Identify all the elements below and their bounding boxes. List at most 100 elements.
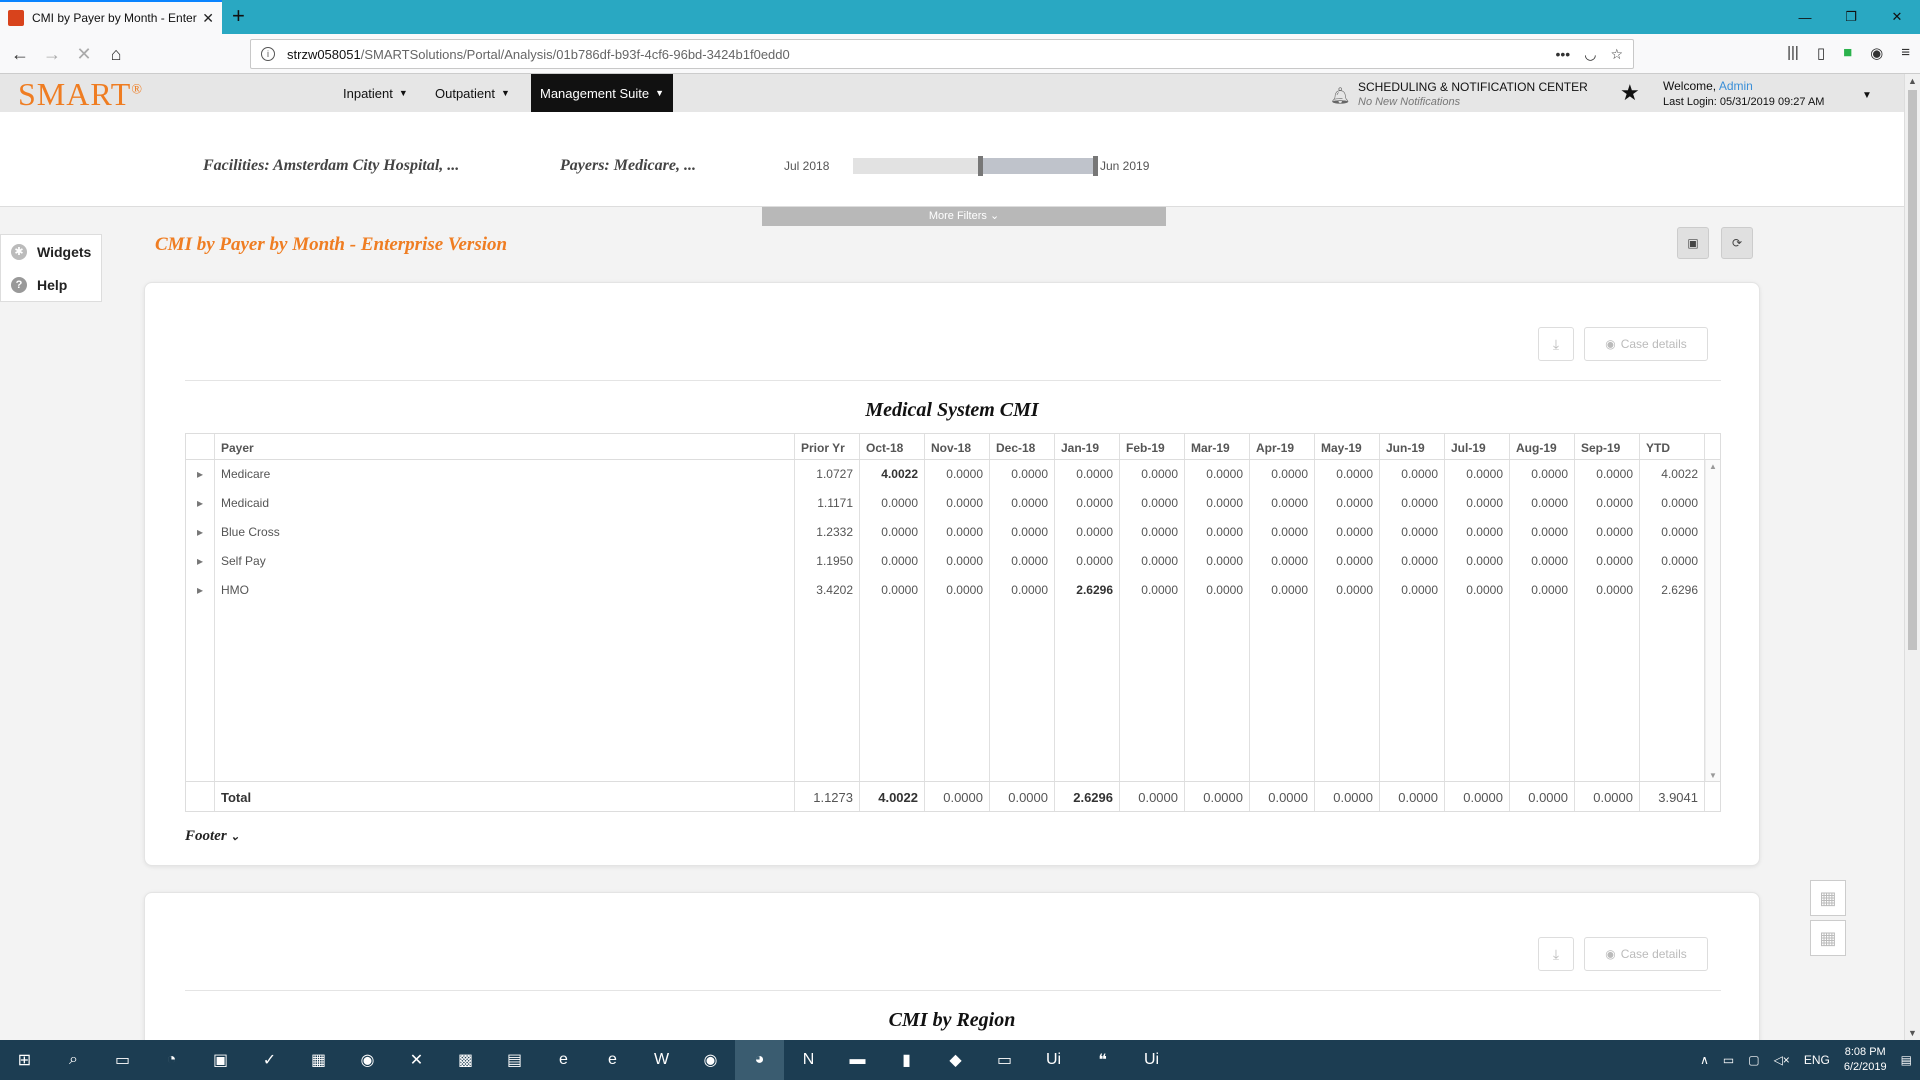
table-scrollbar[interactable]: ▲ ▼ — [1705, 460, 1720, 782]
case-details-button[interactable]: ◉ Case details — [1584, 327, 1708, 361]
expand-row-icon[interactable]: ▸ — [186, 576, 215, 605]
column-header[interactable]: Payer — [215, 434, 795, 459]
file-explorer-icon[interactable]: ▬ — [833, 1040, 882, 1080]
tray-chevron-icon[interactable]: ∧ — [1700, 1053, 1709, 1067]
word-icon[interactable]: W — [637, 1040, 686, 1080]
date-range-slider[interactable] — [853, 156, 1098, 176]
column-header[interactable]: Feb-19 — [1120, 434, 1185, 459]
table-row[interactable]: ▸ Medicare 1.0727 4.0022 0.0000 0.0000 0.0000 0… — [186, 460, 1720, 489]
column-header[interactable]: Jul-19 — [1445, 434, 1510, 459]
table-row[interactable]: ▸ HMO 3.4202 0.0000 0.0000 0.0000 2.6296 0.0000… — [186, 576, 1720, 605]
new-tab-icon[interactable]: + — [232, 5, 245, 27]
app-icon[interactable]: ▣ — [196, 1040, 245, 1080]
footer-toggle[interactable]: Footer ⌄ — [185, 828, 240, 845]
menu-icon[interactable]: ≡ — [1901, 44, 1910, 62]
app-icon[interactable]: ▤ — [490, 1040, 539, 1080]
case-details-button[interactable]: ◉ Case details — [1584, 937, 1708, 971]
expand-row-icon[interactable]: ▸ — [186, 489, 215, 518]
slider-end-handle[interactable] — [1093, 156, 1098, 176]
scroll-up-icon[interactable]: ▲ — [1908, 76, 1917, 86]
network-icon[interactable]: ▢ — [1748, 1053, 1759, 1067]
menu-inpatient[interactable]: Inpatient ▼ — [334, 74, 417, 112]
action-center-icon[interactable]: ▤ — [1901, 1053, 1912, 1067]
url-text[interactable]: strzw058051/SMARTSolutions/Portal/Analys… — [287, 47, 790, 62]
column-header[interactable]: YTD — [1640, 434, 1705, 459]
chrome-icon[interactable]: ◉ — [343, 1040, 392, 1080]
stop-icon[interactable]: ✕ — [72, 42, 96, 66]
home-icon[interactable]: ⌂ — [104, 42, 128, 66]
table-row[interactable]: ▸ Blue Cross 1.2332 0.0000 0.0000 0.0000 0.000… — [186, 518, 1720, 547]
column-header[interactable]: Jun-19 — [1380, 434, 1445, 459]
ie-icon[interactable]: e — [588, 1040, 637, 1080]
download-icon[interactable]: ⤓ — [1538, 327, 1574, 361]
column-header[interactable]: Oct-18 — [860, 434, 925, 459]
app-icon[interactable]: ▭ — [980, 1040, 1029, 1080]
slider-start-handle[interactable] — [978, 156, 983, 176]
column-header[interactable]: Aug-19 — [1510, 434, 1575, 459]
menu-outpatient[interactable]: Outpatient ▼ — [426, 74, 519, 112]
scroll-down-icon[interactable]: ▼ — [1709, 771, 1717, 780]
forward-icon[interactable]: → — [40, 42, 64, 66]
help-button[interactable]: ? Help — [1, 268, 101, 301]
minimize-icon[interactable]: — — [1782, 0, 1828, 34]
save-icon[interactable]: ▣ — [1677, 227, 1709, 259]
expand-row-icon[interactable]: ▸ — [186, 460, 215, 489]
calculator-icon[interactable]: ▦ — [294, 1040, 343, 1080]
refresh-icon[interactable]: ⟳ — [1721, 227, 1753, 259]
back-icon[interactable]: ← — [8, 42, 32, 66]
onenote-icon[interactable]: N — [784, 1040, 833, 1080]
page-actions-icon[interactable]: ••• — [1556, 46, 1571, 63]
expand-row-icon[interactable]: ▸ — [186, 518, 215, 547]
clock[interactable]: 8:08 PM 6/2/2019 — [1844, 1045, 1887, 1075]
app-icon[interactable]: ◆ — [931, 1040, 980, 1080]
page-scrollbar[interactable]: ▲ ▼ — [1904, 74, 1920, 1040]
user-menu-caret-icon[interactable]: ▼ — [1862, 90, 1872, 101]
firefox-icon[interactable]: ◕ — [735, 1040, 784, 1080]
terminal-icon[interactable]: ▮ — [882, 1040, 931, 1080]
column-header[interactable]: Apr-19 — [1250, 434, 1315, 459]
close-tab-icon[interactable]: ✕ — [202, 10, 214, 27]
language-indicator[interactable]: ENG — [1804, 1053, 1830, 1067]
app-icon[interactable]: ▩ — [441, 1040, 490, 1080]
column-header[interactable]: Mar-19 — [1185, 434, 1250, 459]
column-header[interactable]: Sep-19 — [1575, 434, 1640, 459]
payers-filter[interactable]: Payers: Medicare, ... — [560, 157, 696, 175]
download-icon[interactable]: ⤓ — [1538, 937, 1574, 971]
column-header[interactable]: May-19 — [1315, 434, 1380, 459]
sidebar-icon[interactable]: ▯ — [1817, 44, 1825, 62]
volume-mute-icon[interactable]: ◁× — [1774, 1053, 1790, 1067]
more-filters-button[interactable]: More Filters ⌄ — [762, 207, 1166, 226]
tool-icon[interactable]: ✕ — [392, 1040, 441, 1080]
bookmark-star-icon[interactable]: ☆ — [1610, 46, 1623, 63]
column-header[interactable]: Dec-18 — [990, 434, 1055, 459]
expand-row-icon[interactable]: ▸ — [186, 547, 215, 576]
pocket-icon[interactable]: ◡ — [1584, 46, 1596, 63]
windows-start-icon[interactable]: ⊞ — [0, 1040, 49, 1080]
hangouts-icon[interactable]: ❝ — [1078, 1040, 1127, 1080]
scroll-up-icon[interactable]: ▲ — [1709, 462, 1717, 471]
table-row[interactable]: ▸ Medicaid 1.1171 0.0000 0.0000 0.0000 0.0000 0… — [186, 489, 1720, 518]
column-header[interactable]: Jan-19 — [1055, 434, 1120, 459]
uipath-icon[interactable]: Ui — [1029, 1040, 1078, 1080]
close-window-icon[interactable]: ✕ — [1874, 0, 1920, 34]
search-icon[interactable]: ⌕ — [49, 1040, 98, 1080]
grid-layout-icon[interactable]: ▦ — [1810, 920, 1846, 956]
grid-layout-icon[interactable]: ▦ — [1810, 880, 1846, 916]
notification-center[interactable]: 🔔︎ SCHEDULING & NOTIFICATION CENTER No N… — [1330, 80, 1588, 108]
smart-logo[interactable]: SMART® — [18, 76, 143, 113]
battery-icon[interactable]: ▭ — [1723, 1053, 1734, 1067]
scrollbar-thumb[interactable] — [1908, 90, 1917, 650]
menu-management-suite[interactable]: Management Suite ▼ — [531, 74, 674, 112]
table-row[interactable]: ▸ Self Pay 1.1950 0.0000 0.0000 0.0000 0.0000 0… — [186, 547, 1720, 576]
user-info[interactable]: Welcome, Admin Last Login: 05/31/2019 09… — [1663, 79, 1824, 108]
widgets-button[interactable]: ✱ Widgets — [1, 235, 101, 268]
url-bar[interactable]: i strzw058051/SMARTSolutions/Portal/Anal… — [250, 39, 1634, 69]
site-info-icon[interactable]: i — [261, 47, 275, 61]
chrome-icon[interactable]: ◉ — [686, 1040, 735, 1080]
task-view-icon[interactable]: ▭ — [98, 1040, 147, 1080]
uipath-icon[interactable]: Ui — [1127, 1040, 1176, 1080]
scroll-down-icon[interactable]: ▼ — [1908, 1028, 1917, 1038]
column-header[interactable]: Nov-18 — [925, 434, 990, 459]
edge-icon[interactable]: e — [539, 1040, 588, 1080]
app-icon[interactable]: ◔ — [147, 1040, 196, 1080]
